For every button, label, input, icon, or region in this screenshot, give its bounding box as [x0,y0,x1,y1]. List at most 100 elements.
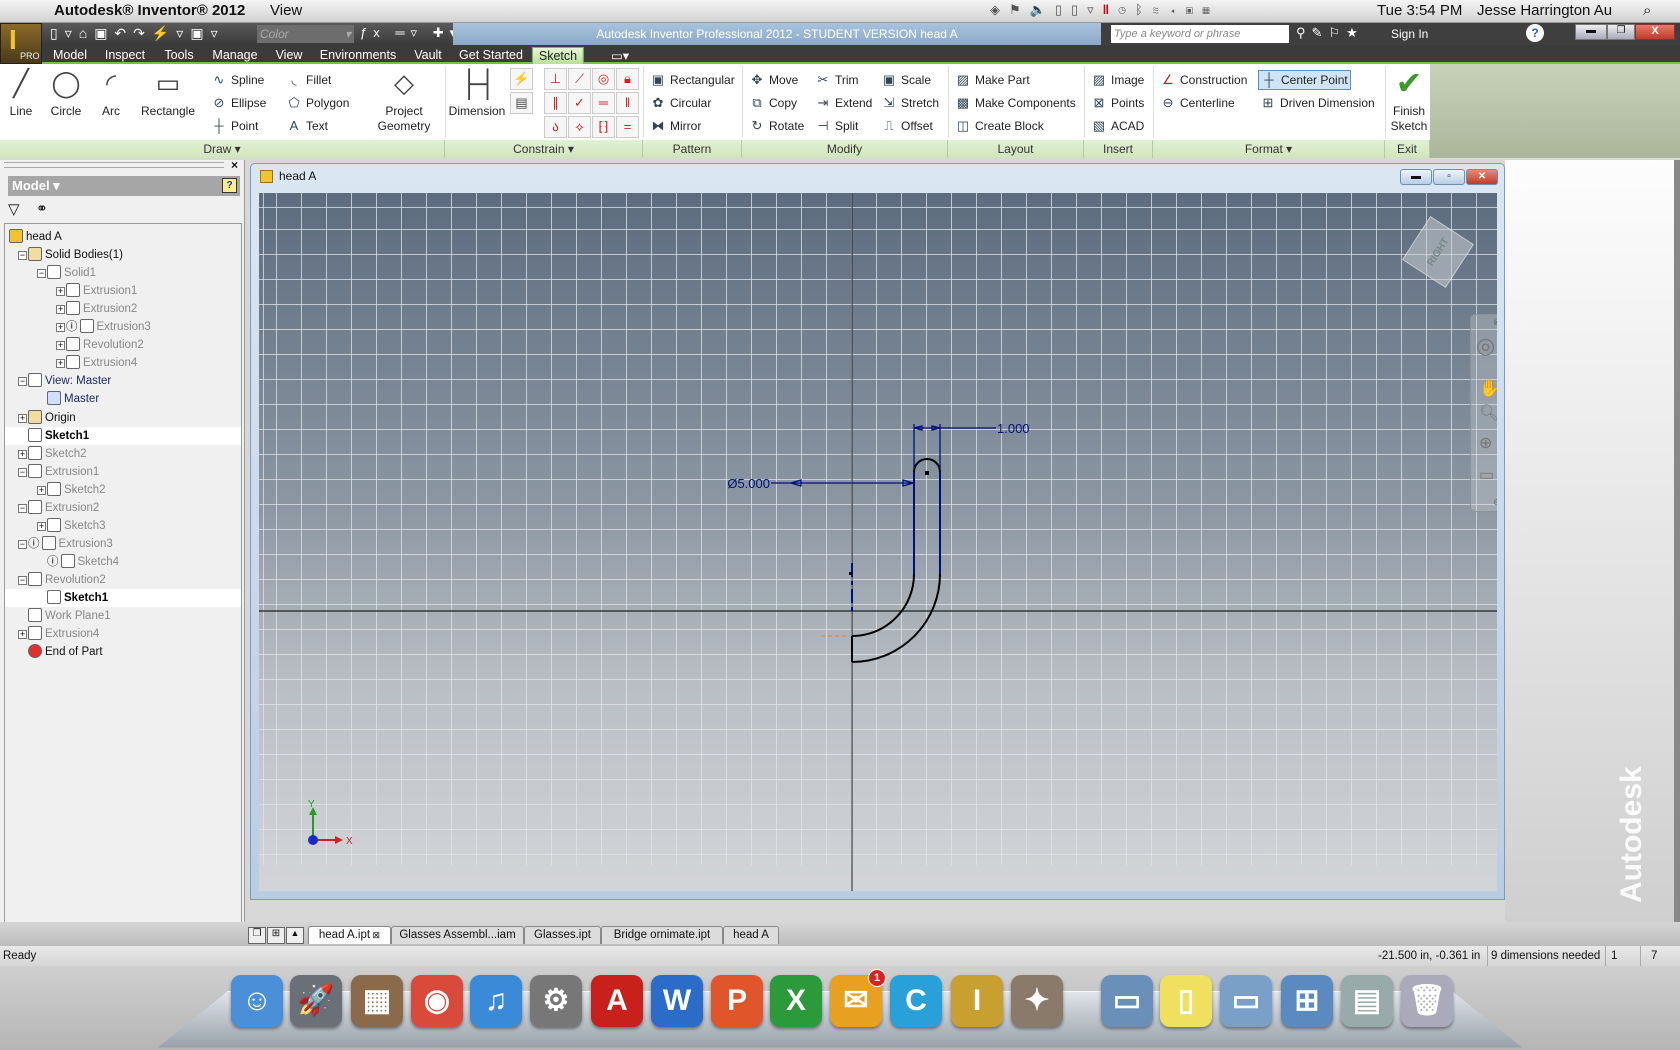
tree-item[interactable]: − Extrusion2 [5,499,241,517]
dock-finder-icon[interactable]: ☺ [231,975,283,1027]
dock-itunes-icon[interactable]: ♫ [470,975,522,1027]
tree-item[interactable]: End of Part [5,643,241,661]
tab-environments[interactable]: Environments [314,47,402,63]
tangent-icon[interactable]: ⟋ [568,68,591,90]
cascade-windows-icon[interactable]: ❐ [248,927,266,944]
collapse-icon[interactable]: − [18,467,27,477]
ribbon-display-toggle-icon[interactable]: ▭▾ [605,47,635,64]
spline-button[interactable]: ∿ Spline [209,70,266,90]
expand-icon[interactable]: + [56,305,65,315]
dimension-diameter-label[interactable]: Ø5.000 [727,476,770,491]
pan-hand-icon[interactable]: ✋ [1479,379,1497,399]
dock-chrome-icon[interactable]: ◉ [411,975,463,1027]
collapse-icon[interactable]: − [18,539,27,549]
infocenter-icons[interactable]: ⚲✎⚐★ [1296,25,1364,41]
close-icon[interactable]: ⊗ [1493,317,1497,328]
tree-item[interactable]: + Sketch2 [5,445,241,463]
document-tab[interactable]: Glasses.ipt [524,926,601,944]
panel-draw[interactable]: Draw ▾ [0,140,445,158]
dock-document-icon[interactable]: ▯ [1160,975,1212,1027]
doc-minimize-button[interactable]: ▬ [1400,169,1432,185]
trim-button[interactable]: ✂ Trim [813,70,861,90]
fillet-button[interactable]: ◟ Fillet [284,70,333,90]
fx-measure-icons[interactable]: ƒx ═▿ ✚▾ [360,25,462,41]
dock-word-icon[interactable]: W [651,975,703,1027]
doc-close-button[interactable]: ✕ [1466,169,1498,185]
quick-access-icons[interactable]: ▯▿⌂▣↶↷⚡▿▣▿ [50,25,225,42]
tree-item[interactable]: − View: Master [5,372,241,390]
tab-manage[interactable]: Manage [206,47,263,63]
dock-excel-icon[interactable]: X [770,975,822,1027]
browser-close-icon[interactable]: × [231,158,238,172]
tree-item[interactable]: − Solid Bodies(1) [5,246,241,264]
menu-view[interactable]: View [270,2,302,19]
tree-item[interactable]: − Solid1 [5,264,241,282]
tree-item[interactable]: − Extrusion1 [5,463,241,481]
restore-button[interactable]: ❐ [1607,24,1635,40]
tree-item[interactable]: + Extrusion1 [5,282,241,300]
tree-item[interactable]: Master [5,390,241,408]
document-tab[interactable]: head A.ipt ⊠ [308,926,391,944]
zoom-icon[interactable]: 🔍︎ [1479,403,1497,423]
vertical-icon[interactable]: ‖ [616,92,639,114]
tree-item[interactable]: + ⓘ Extrusion3 [5,318,241,336]
tree-item[interactable]: + Sketch3 [5,517,241,535]
line-button[interactable]: ╱ Line [4,66,38,119]
tree-item[interactable]: + Sketch2 [5,481,241,499]
panel-constrain[interactable]: Constrain ▾ [445,140,643,158]
look-at-icon[interactable]: ▭ [1479,465,1494,485]
coincident-icon[interactable]: ✓ [568,92,591,114]
browser-header[interactable]: Model ▾ ? [8,176,240,196]
tile-windows-icon[interactable]: ⊞ [267,927,285,944]
tab-view[interactable]: View [270,47,309,63]
points-button[interactable]: ⊠ Points [1089,93,1146,113]
expand-icon[interactable]: + [18,449,27,459]
collinear-icon[interactable]: ⁅⁆ [592,116,615,138]
expand-icon[interactable]: + [18,630,27,640]
panel-layout[interactable]: Layout [948,140,1084,158]
arc-button[interactable]: ◜ Arc [94,66,128,119]
dock-outlook-icon[interactable]: ✉ 1 [830,969,886,1027]
sign-in-button[interactable]: Sign In [1391,27,1428,41]
color-combo[interactable]: Color ▾ [257,25,354,43]
app-menu[interactable]: Autodesk® Inventor® 2012 [54,2,245,19]
menubar-status-icons[interactable]: ◈⚑🔈▯▯▿‖◷ᛒ≋◂▣▦ [990,2,1219,18]
dimension-width-label[interactable]: 1.000 [997,421,1030,436]
move-button[interactable]: ✥ Move [747,70,800,90]
expand-icon[interactable]: + [56,341,65,351]
make-part-button[interactable]: ▨ Make Part [953,70,1032,90]
find-binoculars-icon[interactable]: ⚭ [36,200,48,217]
dimension-button[interactable]: ├┤ Dimension [449,66,506,119]
driven-dimension-button[interactable]: ⊞ Driven Dimension [1258,93,1377,113]
application-button[interactable]: I PRO [0,23,42,64]
create-block-button[interactable]: ◫ Create Block [953,116,1046,136]
tree-item[interactable]: Sketch1 [5,589,241,607]
show-constraints-icon[interactable]: ▤ [510,92,533,114]
tree-item[interactable]: + Extrusion4 [5,625,241,643]
acad-button[interactable]: ▧ ACAD [1089,116,1146,136]
expand-icon[interactable]: + [18,413,27,423]
rectangle-button[interactable]: ▭ Rectangle [141,66,195,119]
ellipse-button[interactable]: ⊘ Ellipse [209,93,268,113]
collapse-icon[interactable]: − [18,251,27,261]
tab-inspect[interactable]: Inspect [99,47,151,63]
parallel-icon[interactable]: ∥ [544,92,567,114]
panel-exit[interactable]: Exit [1385,140,1430,158]
make-components-button[interactable]: ▩ Make Components [953,93,1078,113]
center-point-button[interactable]: ┼ Center Point [1258,70,1351,90]
circular-button[interactable]: ✿ Circular [648,93,713,113]
construction-button[interactable]: ∠ Construction [1158,70,1249,90]
tree-item[interactable]: + Extrusion4 [5,354,241,372]
expand-icon[interactable]: + [56,359,65,369]
tree-item[interactable]: + Extrusion2 [5,300,241,318]
perpendicular-icon[interactable]: ⊥ [544,68,567,90]
polygon-button[interactable]: ⬠ Polygon [284,93,351,113]
panel-pattern[interactable]: Pattern [643,140,742,158]
copy-button[interactable]: ⧉ Copy [747,93,799,113]
project-geometry-button[interactable]: ◇ Project Geometry [374,66,434,134]
document-tab[interactable]: Glasses Assembl...iam [391,926,524,944]
mirror-button[interactable]: ⧓ Mirror [648,116,703,136]
expand-icon[interactable]: + [37,521,46,531]
tab-vault[interactable]: Vault [408,47,448,63]
collapse-icon[interactable]: − [18,503,27,513]
